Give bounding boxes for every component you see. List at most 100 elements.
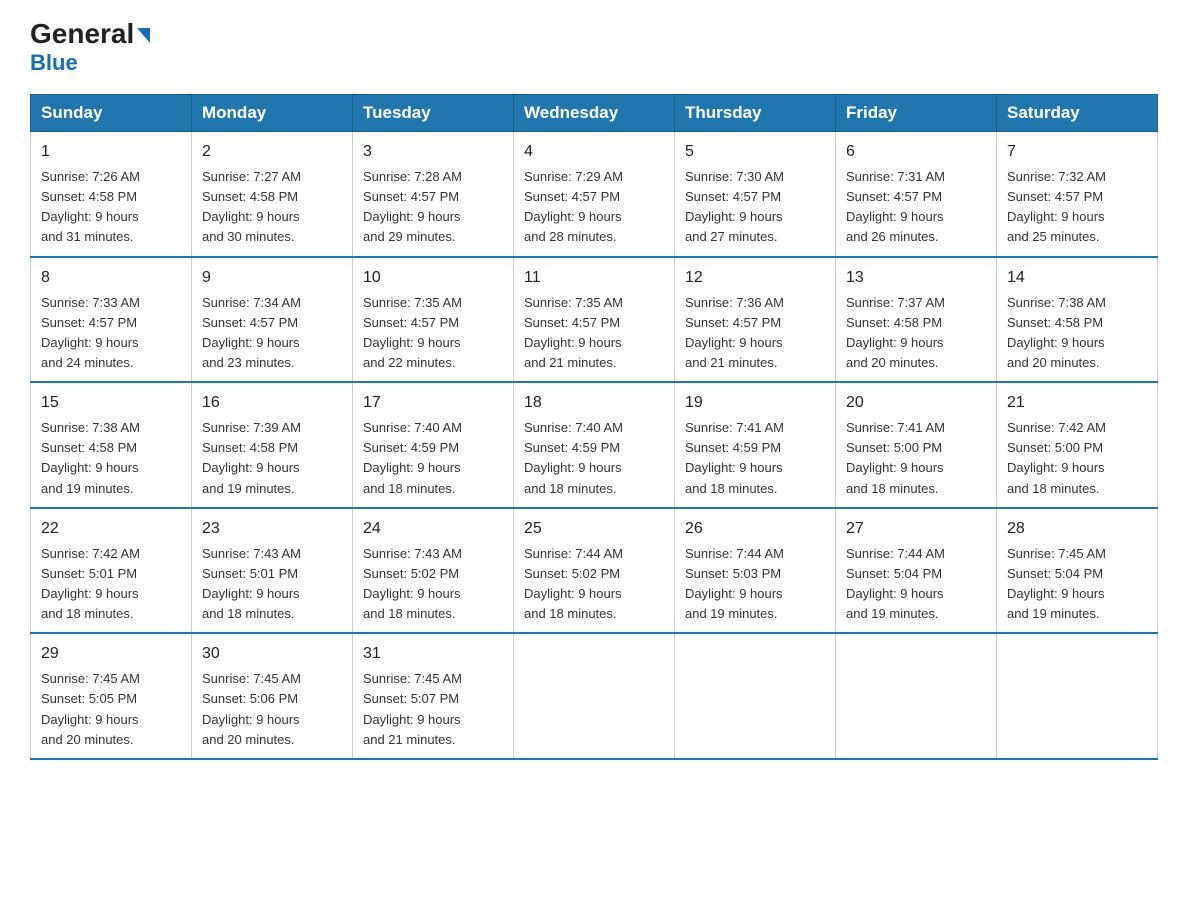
logo: General Blue [30,20,150,76]
day-info: Sunrise: 7:36 AMSunset: 4:57 PMDaylight:… [685,293,825,374]
day-number: 21 [1007,391,1147,415]
calendar-day-cell: 29 Sunrise: 7:45 AMSunset: 5:05 PMDayligh… [31,633,192,759]
calendar-day-cell: 8 Sunrise: 7:33 AMSunset: 4:57 PMDaylight… [31,257,192,383]
day-number: 19 [685,391,825,415]
day-of-week-header: Saturday [997,95,1158,132]
day-number: 23 [202,517,342,541]
calendar-day-cell: 24 Sunrise: 7:43 AMSunset: 5:02 PMDayligh… [353,508,514,634]
calendar-day-cell: 3 Sunrise: 7:28 AMSunset: 4:57 PMDaylight… [353,132,514,257]
calendar-day-cell: 22 Sunrise: 7:42 AMSunset: 5:01 PMDayligh… [31,508,192,634]
page-header: General Blue [30,20,1158,76]
calendar-day-cell [997,633,1158,759]
day-number: 22 [41,517,181,541]
day-number: 15 [41,391,181,415]
day-of-week-header: Tuesday [353,95,514,132]
calendar-week-row: 29 Sunrise: 7:45 AMSunset: 5:05 PMDayligh… [31,633,1158,759]
day-info: Sunrise: 7:44 AMSunset: 5:03 PMDaylight:… [685,544,825,625]
calendar-day-cell: 14Sunrise: 7:38 AMSunset: 4:58 PMDayligh… [997,257,1158,383]
day-number: 11 [524,266,664,290]
calendar-week-row: 15 Sunrise: 7:38 AMSunset: 4:58 PMDayligh… [31,382,1158,508]
calendar-day-cell: 1 Sunrise: 7:26 AMSunset: 4:58 PMDaylight… [31,132,192,257]
day-info: Sunrise: 7:39 AMSunset: 4:58 PMDaylight:… [202,418,342,499]
day-number: 13 [846,266,986,290]
day-info: Sunrise: 7:43 AMSunset: 5:01 PMDaylight:… [202,544,342,625]
calendar-day-cell: 9 Sunrise: 7:34 AMSunset: 4:57 PMDaylight… [192,257,353,383]
day-info: Sunrise: 7:34 AMSunset: 4:57 PMDaylight:… [202,293,342,374]
day-number: 4 [524,140,664,164]
day-info: Sunrise: 7:40 AMSunset: 4:59 PMDaylight:… [524,418,664,499]
day-number: 24 [363,517,503,541]
day-number: 27 [846,517,986,541]
day-info: Sunrise: 7:37 AMSunset: 4:58 PMDaylight:… [846,293,986,374]
day-of-week-header: Friday [836,95,997,132]
day-number: 12 [685,266,825,290]
calendar-day-cell: 10 Sunrise: 7:35 AMSunset: 4:57 PMDayligh… [353,257,514,383]
calendar-week-row: 22 Sunrise: 7:42 AMSunset: 5:01 PMDayligh… [31,508,1158,634]
calendar-day-cell: 17Sunrise: 7:40 AMSunset: 4:59 PMDayligh… [353,382,514,508]
calendar-day-cell: 28 Sunrise: 7:45 AMSunset: 5:04 PMDayligh… [997,508,1158,634]
day-info: Sunrise: 7:31 AMSunset: 4:57 PMDaylight:… [846,167,986,248]
calendar-day-cell: 12 Sunrise: 7:36 AMSunset: 4:57 PMDayligh… [675,257,836,383]
calendar-header-row: SundayMondayTuesdayWednesdayThursdayFrid… [31,95,1158,132]
day-info: Sunrise: 7:26 AMSunset: 4:58 PMDaylight:… [41,167,181,248]
day-number: 7 [1007,140,1147,164]
calendar-day-cell: 6 Sunrise: 7:31 AMSunset: 4:57 PMDaylight… [836,132,997,257]
calendar-day-cell: 4 Sunrise: 7:29 AMSunset: 4:57 PMDaylight… [514,132,675,257]
day-info: Sunrise: 7:27 AMSunset: 4:58 PMDaylight:… [202,167,342,248]
day-info: Sunrise: 7:33 AMSunset: 4:57 PMDaylight:… [41,293,181,374]
day-number: 18 [524,391,664,415]
day-info: Sunrise: 7:45 AMSunset: 5:05 PMDaylight:… [41,669,181,750]
day-number: 30 [202,642,342,666]
day-info: Sunrise: 7:28 AMSunset: 4:57 PMDaylight:… [363,167,503,248]
calendar-day-cell: 27 Sunrise: 7:44 AMSunset: 5:04 PMDayligh… [836,508,997,634]
day-number: 26 [685,517,825,541]
calendar-day-cell: 26 Sunrise: 7:44 AMSunset: 5:03 PMDayligh… [675,508,836,634]
day-number: 28 [1007,517,1147,541]
day-info: Sunrise: 7:38 AMSunset: 4:58 PMDaylight:… [41,418,181,499]
calendar-day-cell: 21 Sunrise: 7:42 AMSunset: 5:00 PMDayligh… [997,382,1158,508]
calendar-day-cell: 13 Sunrise: 7:37 AMSunset: 4:58 PMDayligh… [836,257,997,383]
calendar-day-cell: 25Sunrise: 7:44 AMSunset: 5:02 PMDayligh… [514,508,675,634]
calendar-day-cell: 2Sunrise: 7:27 AMSunset: 4:58 PMDaylight… [192,132,353,257]
day-of-week-header: Wednesday [514,95,675,132]
calendar-day-cell: 31Sunrise: 7:45 AMSunset: 5:07 PMDayligh… [353,633,514,759]
day-info: Sunrise: 7:45 AMSunset: 5:06 PMDaylight:… [202,669,342,750]
day-info: Sunrise: 7:41 AMSunset: 4:59 PMDaylight:… [685,418,825,499]
day-info: Sunrise: 7:35 AMSunset: 4:57 PMDaylight:… [363,293,503,374]
day-number: 25 [524,517,664,541]
day-info: Sunrise: 7:41 AMSunset: 5:00 PMDaylight:… [846,418,986,499]
calendar-day-cell: 20 Sunrise: 7:41 AMSunset: 5:00 PMDayligh… [836,382,997,508]
day-number: 6 [846,140,986,164]
day-number: 9 [202,266,342,290]
day-info: Sunrise: 7:29 AMSunset: 4:57 PMDaylight:… [524,167,664,248]
calendar-day-cell: 5 Sunrise: 7:30 AMSunset: 4:57 PMDaylight… [675,132,836,257]
calendar-day-cell: 11Sunrise: 7:35 AMSunset: 4:57 PMDayligh… [514,257,675,383]
day-number: 8 [41,266,181,290]
calendar-day-cell [675,633,836,759]
logo-general: General [30,20,150,48]
day-of-week-header: Thursday [675,95,836,132]
day-number: 29 [41,642,181,666]
day-number: 5 [685,140,825,164]
day-of-week-header: Sunday [31,95,192,132]
calendar-day-cell: 15 Sunrise: 7:38 AMSunset: 4:58 PMDayligh… [31,382,192,508]
day-info: Sunrise: 7:45 AMSunset: 5:04 PMDaylight:… [1007,544,1147,625]
calendar-day-cell: 19 Sunrise: 7:41 AMSunset: 4:59 PMDayligh… [675,382,836,508]
day-number: 17 [363,391,503,415]
calendar-day-cell: 30 Sunrise: 7:45 AMSunset: 5:06 PMDayligh… [192,633,353,759]
day-info: Sunrise: 7:42 AMSunset: 5:01 PMDaylight:… [41,544,181,625]
day-number: 16 [202,391,342,415]
day-info: Sunrise: 7:44 AMSunset: 5:04 PMDaylight:… [846,544,986,625]
day-info: Sunrise: 7:30 AMSunset: 4:57 PMDaylight:… [685,167,825,248]
calendar-day-cell [836,633,997,759]
calendar-day-cell: 18 Sunrise: 7:40 AMSunset: 4:59 PMDayligh… [514,382,675,508]
logo-blue-text: Blue [30,50,78,76]
day-number: 10 [363,266,503,290]
day-info: Sunrise: 7:43 AMSunset: 5:02 PMDaylight:… [363,544,503,625]
day-info: Sunrise: 7:42 AMSunset: 5:00 PMDaylight:… [1007,418,1147,499]
day-number: 3 [363,140,503,164]
day-number: 1 [41,140,181,164]
calendar-day-cell: 23 Sunrise: 7:43 AMSunset: 5:01 PMDayligh… [192,508,353,634]
calendar-day-cell [514,633,675,759]
day-number: 20 [846,391,986,415]
